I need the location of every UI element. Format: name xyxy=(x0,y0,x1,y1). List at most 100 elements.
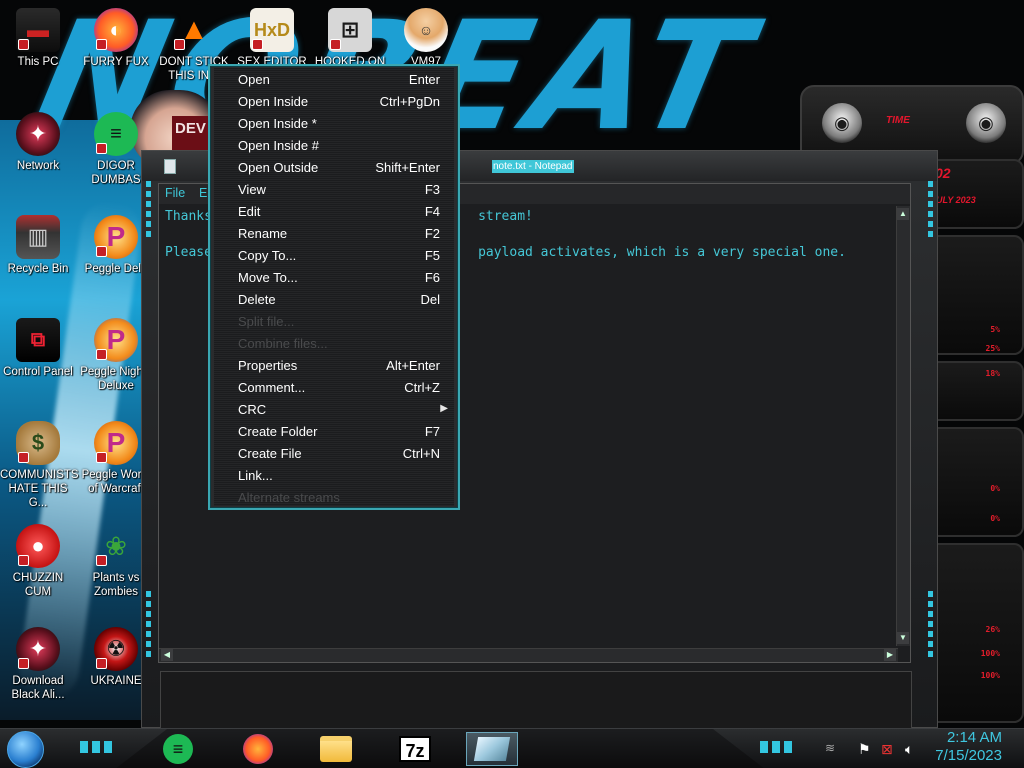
frame-accent xyxy=(928,591,933,661)
gadget-percent: 100% xyxy=(980,671,1000,680)
menu-item-create-folder[interactable]: Create Folder F7 xyxy=(214,420,454,442)
frame-accent xyxy=(146,591,151,661)
radiation-icon: ☢ xyxy=(94,627,138,671)
menu-item-label: Alternate streams xyxy=(238,490,340,505)
menu-item-label: Move To... xyxy=(238,270,298,285)
menu-item-split-file: Split file... xyxy=(214,310,454,332)
menu-item-label: Open Inside * xyxy=(238,116,317,131)
scroll-up-arrow-icon[interactable]: ▲ xyxy=(897,208,909,220)
menu-item-shortcut: F3 xyxy=(424,182,440,197)
gadget-date-panel: 02 JULY 2023 xyxy=(925,159,1024,229)
menu-item-label: Open xyxy=(238,72,270,87)
desktop-icon-label: FURRY FUX xyxy=(83,56,149,68)
taskbar-accent xyxy=(80,741,116,753)
menu-item-properties[interactable]: Properties Alt+Enter xyxy=(214,354,454,376)
context-menu-list: Open Enter Open Inside Ctrl+PgDn Open Inside… xyxy=(214,68,454,506)
desktop-icon-vm97[interactable]: ☺ VM97 xyxy=(388,8,464,70)
taskbar-file-explorer[interactable] xyxy=(316,732,356,766)
window-lower-frame xyxy=(160,671,912,729)
desktop-icon-sex-editor[interactable]: HxD SEX EDITOR xyxy=(234,8,310,70)
desktop-icon-communists[interactable]: $ COMMUNISTS HATE THIS G... xyxy=(0,421,79,510)
menu-item-label: Comment... xyxy=(238,380,306,395)
gadget-percent: 0% xyxy=(990,514,1000,523)
start-button[interactable] xyxy=(7,731,44,768)
menu-item-label: Edit xyxy=(238,204,261,219)
desktop-icon-control-panel[interactable]: ⧉ Control Panel xyxy=(0,318,76,379)
menu-item-open-inside[interactable]: Open Inside # xyxy=(214,134,454,156)
menu-item-shortcut: Ctrl+PgDn xyxy=(379,94,440,109)
tray-clock[interactable]: 2:14 AM 7/15/2023 xyxy=(935,729,1002,765)
menu-item-label: Link... xyxy=(238,468,273,483)
gadget-percent: 25% xyxy=(985,344,1000,353)
desktop-icon-network[interactable]: ✦ Network xyxy=(0,112,76,173)
clock-time: 2:14 AM xyxy=(946,729,1002,746)
gadget-percent: 26% xyxy=(985,625,1000,634)
menu-item-open-outside[interactable]: Open Outside Shift+Enter xyxy=(214,156,454,178)
alien-head-icon: ◉ xyxy=(966,103,1006,143)
taskbar-accent xyxy=(760,741,796,753)
menu-item-edit[interactable]: Edit F4 xyxy=(214,200,454,222)
network-disconnected-icon[interactable]: ⊠ xyxy=(881,741,893,758)
menu-item-open-inside[interactable]: Open Inside * xyxy=(214,112,454,134)
clock-gadget: ◉ TIME ◉ 02 JULY 2023 5% 25% 18% 0% 0% 2… xyxy=(800,85,1024,725)
gadget-ram-panel: 18% xyxy=(925,361,1024,421)
scroll-left-arrow-icon[interactable]: ◀ xyxy=(161,649,173,661)
menu-item-label: CRC xyxy=(238,402,267,417)
gadget-percent: 18% xyxy=(985,369,1000,378)
desktop-icon-label: This PC xyxy=(17,56,59,68)
menu-item-create-file[interactable]: Create File Ctrl+N xyxy=(214,442,454,464)
taskbar-active-window[interactable] xyxy=(466,732,518,766)
desktop-icon-this-pc[interactable]: ▬ This PC xyxy=(0,8,76,69)
menu-item-open-inside[interactable]: Open Inside Ctrl+PgDn xyxy=(214,90,454,112)
menu-item-shortcut: F4 xyxy=(424,204,440,219)
menu-item-shortcut: Ctrl+Z xyxy=(404,380,440,395)
vertical-scrollbar[interactable]: ▲ ▼ xyxy=(896,206,910,646)
menu-item-label: Create Folder xyxy=(238,424,318,439)
firefox-icon: ◐ xyxy=(94,8,138,52)
menu-item-comment[interactable]: Comment... Ctrl+Z xyxy=(214,376,454,398)
menu-item-view[interactable]: View F3 xyxy=(214,178,454,200)
menu-item-shortcut: Del xyxy=(420,292,440,307)
menu-item-move-to[interactable]: Move To... F6 xyxy=(214,266,454,288)
gadget-disk-panel: 0% 0% xyxy=(925,427,1024,537)
desktop-icon-chuzzin[interactable]: ● CHUZZIN CUM xyxy=(0,524,76,599)
frame-accent xyxy=(928,181,933,241)
tray-show-hidden-icon[interactable]: ≋ xyxy=(825,741,835,755)
frame-accent xyxy=(146,181,151,241)
notepad-title: note.txt - Notepad xyxy=(492,160,574,173)
scroll-down-arrow-icon[interactable]: ▼ xyxy=(897,632,909,644)
desktop-icon-hooked-on[interactable]: ⊞ HOOKED ON xyxy=(312,8,388,70)
menu-item-label: Create File xyxy=(238,446,302,461)
desktop-icon-download-black-ali[interactable]: ✦ Download Black Ali... xyxy=(0,627,76,702)
desktop-icon-furry-fux[interactable]: ◐ FURRY FUX xyxy=(78,8,154,69)
spotify-icon: ≡ xyxy=(163,734,193,764)
menu-item-shortcut: Shift+Enter xyxy=(375,160,440,175)
desktop-icon-label: CHUZZIN CUM xyxy=(12,572,64,598)
horizontal-scrollbar[interactable]: ◀ ▶ xyxy=(159,648,898,662)
peggle-wow-icon: P xyxy=(94,421,138,465)
chuzzle-icon: ● xyxy=(16,524,60,568)
menu-item-open[interactable]: Open Enter xyxy=(214,68,454,90)
volume-icon[interactable]: 🔈︎ xyxy=(905,741,913,758)
menu-item-link[interactable]: Link... xyxy=(214,464,454,486)
action-center-flag-icon[interactable]: ⚑ xyxy=(858,741,871,758)
menu-item-shortcut: F2 xyxy=(424,226,440,241)
plants-vs-zombies-icon: ❀ xyxy=(94,524,138,568)
taskbar-firefox[interactable] xyxy=(238,732,278,766)
menu-item-copy-to[interactable]: Copy To... F5 xyxy=(214,244,454,266)
menu-file[interactable]: File xyxy=(165,186,185,200)
maze-game-icon: ⊞ xyxy=(328,8,372,52)
menu-item-shortcut: F5 xyxy=(424,248,440,263)
menu-item-delete[interactable]: Delete Del xyxy=(214,288,454,310)
menu-item-crc[interactable]: CRC ▶ xyxy=(214,398,454,420)
scroll-right-arrow-icon[interactable]: ▶ xyxy=(884,649,896,661)
desktop-icon-label: Recycle Bin xyxy=(7,263,69,275)
hxd-editor-icon: HxD xyxy=(250,8,294,52)
taskbar-7zip[interactable]: 7z xyxy=(395,732,435,766)
menu-edit[interactable]: E xyxy=(199,186,207,200)
desktop-icon-recycle-bin[interactable]: ▥ Recycle Bin xyxy=(0,215,76,276)
desktop-icon-label: COMMUNISTS HATE THIS G... xyxy=(0,469,79,509)
menu-item-combine-files: Combine files... xyxy=(214,332,454,354)
taskbar-spotify[interactable]: ≡ xyxy=(158,732,198,766)
menu-item-rename[interactable]: Rename F2 xyxy=(214,222,454,244)
